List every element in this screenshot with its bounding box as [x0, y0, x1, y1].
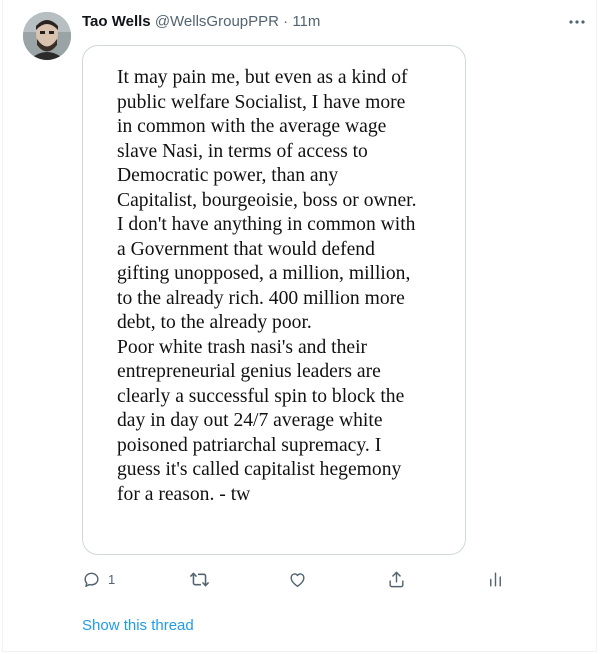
avatar-image — [23, 12, 71, 60]
tweet-header: Tao Wells @WellsGroupPPR · 11m — [82, 13, 320, 31]
share-upload-icon — [389, 571, 404, 587]
author-name[interactable]: Tao Wells — [82, 13, 151, 30]
more-dots-icon — [569, 20, 585, 24]
reply-button[interactable]: 1 — [82, 568, 115, 590]
retweet-button[interactable] — [189, 568, 210, 590]
timestamp[interactable]: 11m — [292, 13, 320, 30]
share-button[interactable] — [387, 568, 406, 590]
reply-bubble-icon — [84, 572, 99, 587]
image-text: It may pain me, but even as a kind of pu… — [117, 67, 417, 505]
analytics-button[interactable] — [486, 568, 505, 590]
analytics-bars-icon — [490, 571, 501, 587]
more-options-button[interactable] — [565, 12, 589, 32]
like-button[interactable] — [288, 568, 307, 590]
tweet-container[interactable]: Tao Wells @WellsGroupPPR · 11m It may pa… — [2, 0, 597, 652]
show-thread-link[interactable]: Show this thread — [82, 617, 194, 634]
heart-icon — [290, 572, 305, 587]
retweet-icon — [190, 572, 209, 586]
tweet-actions: 1 — [82, 568, 512, 590]
avatar[interactable] — [23, 12, 71, 60]
tweet-image[interactable]: It may pain me, but even as a kind of pu… — [82, 45, 466, 555]
author-handle[interactable]: @WellsGroupPPR — [155, 13, 279, 30]
separator-dot: · — [283, 13, 289, 30]
reply-count: 1 — [108, 571, 116, 587]
